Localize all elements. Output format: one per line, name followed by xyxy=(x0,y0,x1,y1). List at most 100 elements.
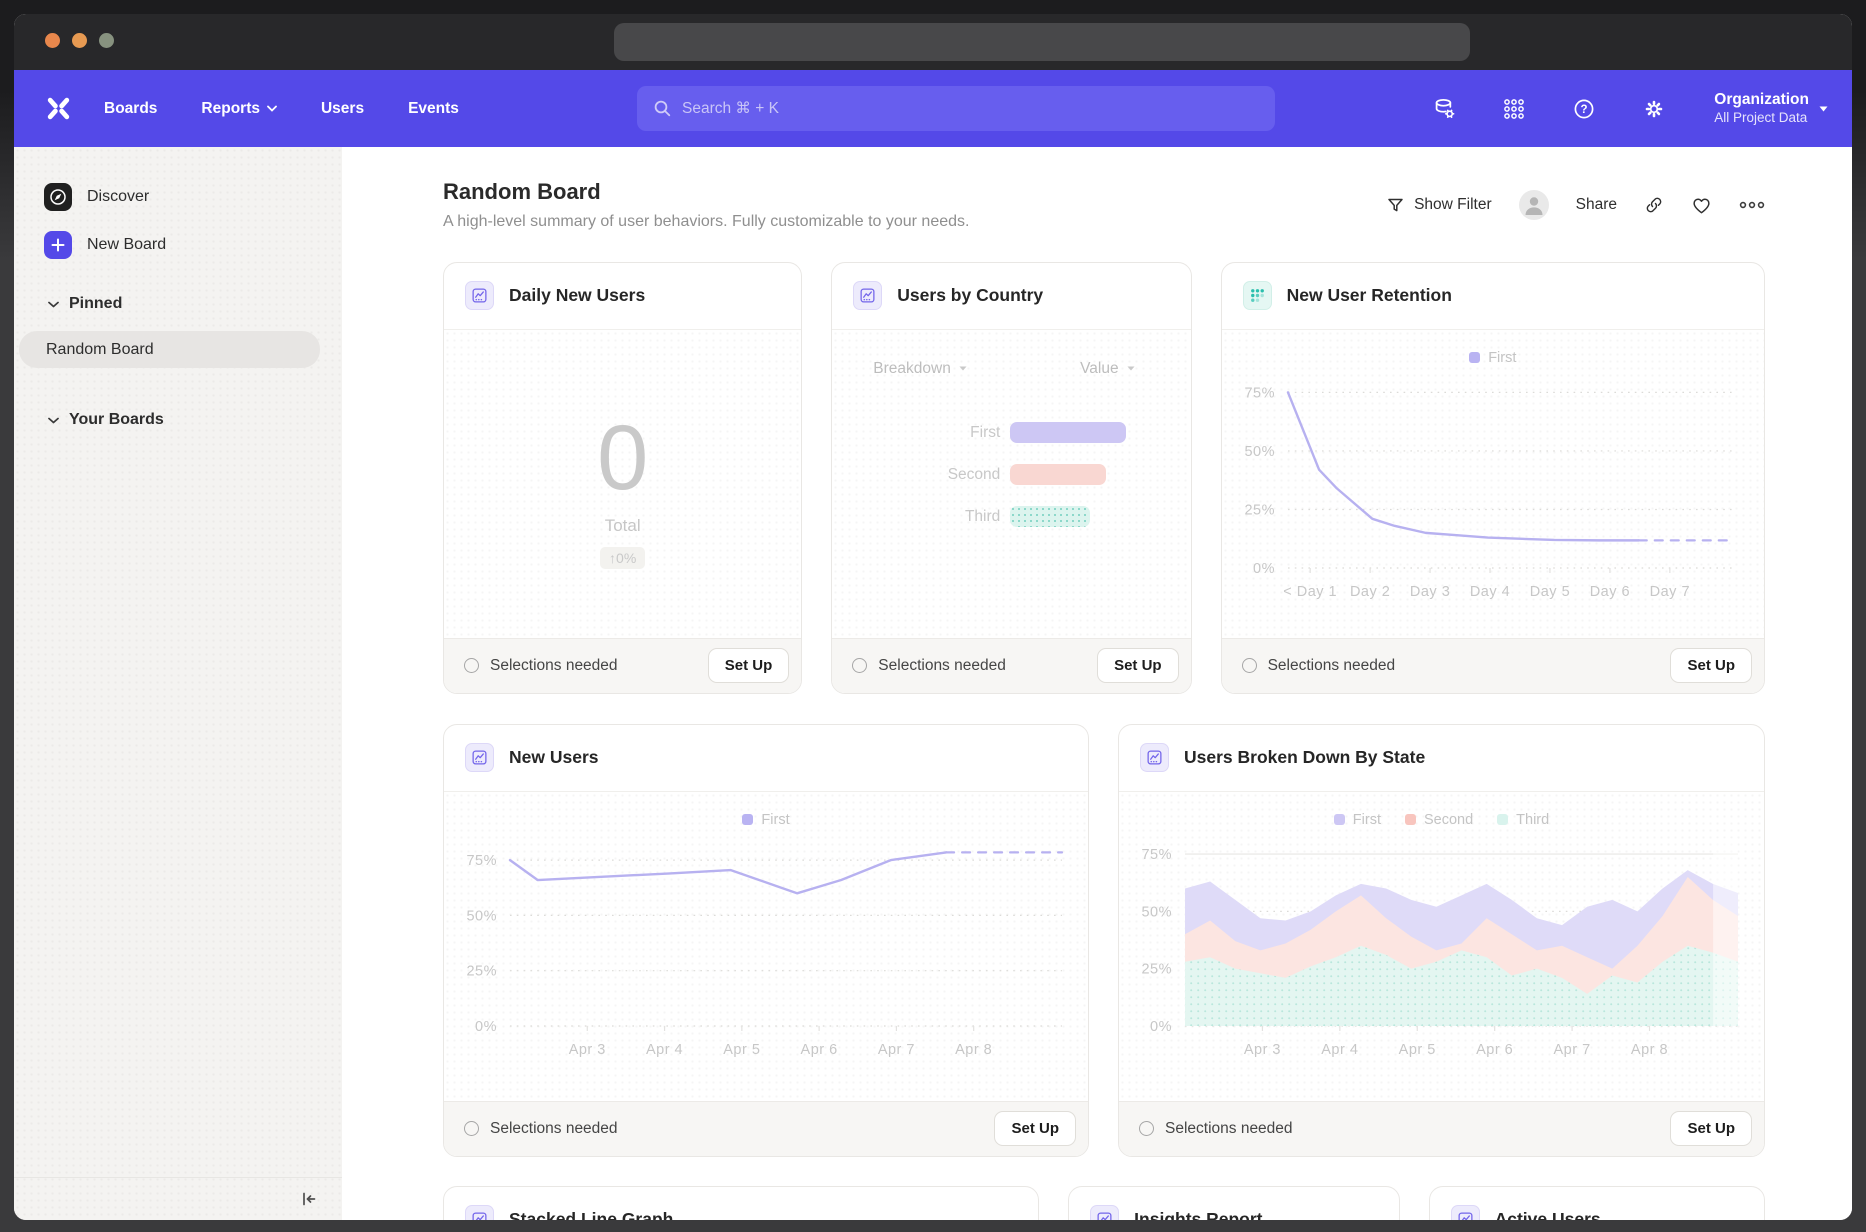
card-users-by-country: Users by Country Breakdown Value xyxy=(831,262,1191,694)
svg-text:Apr 7: Apr 7 xyxy=(1554,1042,1591,1058)
svg-text:Day 3: Day 3 xyxy=(1409,584,1449,600)
metric-caption: Total xyxy=(605,516,641,536)
svg-text:Apr 3: Apr 3 xyxy=(569,1042,606,1058)
data-source-icon[interactable] xyxy=(1432,97,1456,121)
status-circle-icon xyxy=(1139,1121,1154,1136)
card-title: Users by Country xyxy=(897,285,1043,306)
card-daily-new-users: Daily New Users 0 Total ↑0% Selections n… xyxy=(443,262,802,694)
insights-chart-icon xyxy=(465,281,494,310)
browser-window: Boards Reports Users Events Search ⌘ + K xyxy=(14,14,1852,1220)
sidebar-item-random-board[interactable]: Random Board xyxy=(19,331,320,368)
browser-address-bar[interactable] xyxy=(614,23,1470,61)
status-circle-icon xyxy=(852,658,867,673)
svg-text:75%: 75% xyxy=(1244,385,1275,401)
desktop: { "nav": { "menu": ["Boards", "Reports",… xyxy=(0,0,1866,1232)
sidebar-item-discover[interactable]: Discover xyxy=(44,183,149,211)
svg-text:Apr 5: Apr 5 xyxy=(1399,1042,1436,1058)
chevron-down-icon xyxy=(48,417,59,424)
apps-grid-icon[interactable] xyxy=(1502,97,1526,121)
svg-text:Day 5: Day 5 xyxy=(1529,584,1569,600)
svg-text:0%: 0% xyxy=(475,1019,497,1035)
zoom-window-button[interactable] xyxy=(99,33,114,48)
show-filter-button[interactable]: Show Filter xyxy=(1386,196,1492,215)
breakdown-dropdown[interactable]: Breakdown xyxy=(873,360,967,378)
svg-text:25%: 25% xyxy=(1141,961,1172,977)
svg-text:Day 2: Day 2 xyxy=(1350,584,1390,600)
insights-chart-icon xyxy=(853,281,882,310)
svg-text:Apr 6: Apr 6 xyxy=(801,1042,838,1058)
status-circle-icon xyxy=(464,1121,479,1136)
copy-link-icon[interactable] xyxy=(1644,195,1664,215)
insights-chart-icon xyxy=(1451,1205,1480,1220)
card-title: New Users xyxy=(509,747,599,768)
board-actions: Show Filter Share xyxy=(1386,190,1765,220)
insights-chart-icon xyxy=(465,1205,494,1220)
board-content: Random Board A high-level summary of use… xyxy=(342,147,1852,1220)
bar-row: Second xyxy=(832,454,1190,496)
org-project-switcher[interactable]: Organization All Project Data xyxy=(1714,90,1828,126)
breakdown-bars: First Second Third xyxy=(832,412,1190,538)
nav-item-users[interactable]: Users xyxy=(321,100,364,118)
insights-chart-icon xyxy=(1090,1205,1119,1220)
nav-right-group: ? Organization All Project Data xyxy=(1432,90,1832,126)
minimize-window-button[interactable] xyxy=(72,33,87,48)
card-title: New User Retention xyxy=(1287,285,1452,306)
mixpanel-logo-icon[interactable] xyxy=(45,95,72,122)
traffic-lights xyxy=(45,33,114,48)
svg-text:75%: 75% xyxy=(1141,847,1172,863)
sidebar-item-new-board[interactable]: New Board xyxy=(44,231,166,259)
close-window-button[interactable] xyxy=(45,33,60,48)
bar-second xyxy=(1010,464,1106,485)
card-stacked-line-graph: Stacked Line Graph xyxy=(443,1186,1039,1221)
svg-text:Apr 7: Apr 7 xyxy=(878,1042,915,1058)
search-icon xyxy=(653,99,672,118)
chevron-down-icon xyxy=(267,105,277,112)
svg-text:75%: 75% xyxy=(466,853,497,869)
svg-text:50%: 50% xyxy=(466,908,497,924)
status-circle-icon xyxy=(464,658,479,673)
favorite-heart-icon[interactable] xyxy=(1691,195,1712,215)
bar-row: Third xyxy=(832,496,1190,538)
compass-icon xyxy=(44,183,72,211)
svg-text:Day 4: Day 4 xyxy=(1469,584,1509,600)
card-footer: Selections needed Set Up xyxy=(1222,638,1764,693)
value-dropdown[interactable]: Value xyxy=(1080,360,1135,378)
svg-text:Apr 8: Apr 8 xyxy=(1631,1042,1668,1058)
card-title: Insights Report xyxy=(1134,1209,1262,1220)
set-up-button[interactable]: Set Up xyxy=(994,1111,1076,1146)
sidebar-section-pinned[interactable]: Pinned xyxy=(48,295,122,313)
settings-icon[interactable] xyxy=(1642,97,1666,121)
svg-text:Apr 6: Apr 6 xyxy=(1476,1042,1513,1058)
retention-chart: 75%50%25%0%< Day 1Day 2Day 3Day 4Day 5Da… xyxy=(1222,330,1764,638)
svg-text:25%: 25% xyxy=(1244,502,1275,518)
card-footer: Selections needed Set Up xyxy=(444,1101,1088,1156)
insights-chart-icon xyxy=(465,743,494,772)
avatar[interactable] xyxy=(1519,190,1549,220)
collapse-sidebar-icon[interactable] xyxy=(298,1189,318,1209)
sidebar-section-your-boards[interactable]: Your Boards xyxy=(48,411,164,429)
new-users-chart: 75%50%25%0%Apr 3Apr 4Apr 5Apr 6Apr 7Apr … xyxy=(444,792,1088,1101)
card-title: Users Broken Down By State xyxy=(1184,747,1425,768)
help-icon[interactable]: ? xyxy=(1572,97,1596,121)
svg-text:Apr 5: Apr 5 xyxy=(723,1042,760,1058)
retention-grid-icon xyxy=(1243,281,1272,310)
set-up-button[interactable]: Set Up xyxy=(1670,1111,1752,1146)
set-up-button[interactable]: Set Up xyxy=(1670,648,1752,683)
project-name: All Project Data xyxy=(1714,110,1809,127)
set-up-button[interactable]: Set Up xyxy=(1097,648,1179,683)
plus-icon xyxy=(44,231,72,259)
stacked-area-chart: 75%50%25%0%Apr 3Apr 4Apr 5Apr 6Apr 7Apr … xyxy=(1119,792,1764,1101)
more-options-icon[interactable] xyxy=(1739,199,1765,211)
nav-item-events[interactable]: Events xyxy=(408,100,459,118)
card-active-users: Active Users xyxy=(1429,1186,1765,1221)
share-button[interactable]: Share xyxy=(1576,196,1617,214)
set-up-button[interactable]: Set Up xyxy=(708,648,790,683)
svg-text:Day 6: Day 6 xyxy=(1589,584,1629,600)
nav-item-reports[interactable]: Reports xyxy=(201,100,277,118)
bar-third xyxy=(1010,506,1090,527)
svg-text:< Day 1: < Day 1 xyxy=(1283,584,1337,600)
search-input[interactable]: Search ⌘ + K xyxy=(637,86,1275,131)
svg-text:50%: 50% xyxy=(1141,904,1172,920)
status-text: Selections needed xyxy=(852,657,1006,675)
nav-item-boards[interactable]: Boards xyxy=(104,100,157,118)
